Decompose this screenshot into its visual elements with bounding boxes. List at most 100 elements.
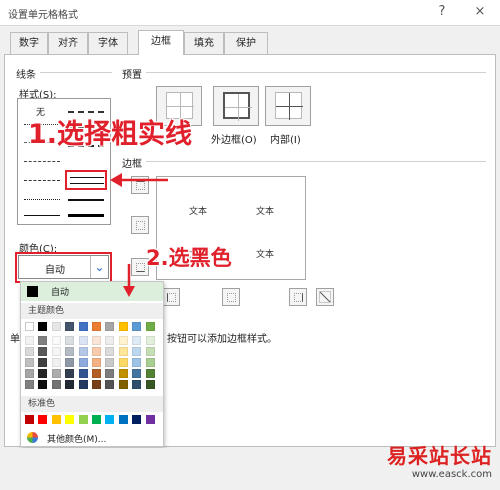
theme-color-swatch[interactable] xyxy=(65,336,75,345)
theme-color-swatch[interactable] xyxy=(92,358,101,367)
theme-color-swatch[interactable] xyxy=(38,347,48,356)
theme-color-swatch[interactable] xyxy=(105,322,115,331)
watermark-title: 易采站长站 xyxy=(387,444,492,468)
standard-color-swatch[interactable] xyxy=(118,415,128,424)
theme-color-swatch[interactable] xyxy=(92,336,101,345)
theme-color-swatch[interactable] xyxy=(25,380,34,389)
theme-color-swatch[interactable] xyxy=(118,369,128,378)
border-middle-horizontal-button[interactable] xyxy=(131,216,149,234)
theme-color-swatch[interactable] xyxy=(145,358,155,367)
theme-color-swatch[interactable] xyxy=(51,336,61,345)
theme-color-swatch[interactable] xyxy=(25,322,34,331)
theme-color-swatch[interactable] xyxy=(92,322,101,331)
border-group-title: 边框 xyxy=(122,159,142,170)
theme-color-swatch[interactable] xyxy=(38,369,48,378)
standard-color-swatch[interactable] xyxy=(51,415,61,424)
standard-color-swatch[interactable] xyxy=(65,415,75,424)
preset-outline-button[interactable] xyxy=(213,86,259,126)
theme-color-swatch[interactable] xyxy=(78,347,88,356)
tab-font[interactable]: 字体 xyxy=(88,32,128,54)
standard-color-swatch[interactable] xyxy=(25,415,34,424)
theme-color-swatch[interactable] xyxy=(25,347,34,356)
theme-color-swatch[interactable] xyxy=(145,347,155,356)
close-icon[interactable]: × xyxy=(468,2,492,22)
line-style-thick[interactable] xyxy=(68,214,104,217)
theme-color-swatch[interactable] xyxy=(25,336,34,345)
theme-color-swatch[interactable] xyxy=(38,358,48,367)
theme-color-swatch[interactable] xyxy=(25,358,34,367)
tab-alignment[interactable]: 对齐 xyxy=(48,32,88,54)
tab-protection[interactable]: 保护 xyxy=(224,32,268,54)
border-middle-vertical-button[interactable] xyxy=(222,288,240,306)
theme-color-swatch[interactable] xyxy=(65,380,75,389)
theme-color-swatch[interactable] xyxy=(105,336,115,345)
more-colors-option[interactable]: 其他颜色(M)... xyxy=(25,431,161,445)
theme-color-swatch[interactable] xyxy=(78,380,88,389)
theme-color-swatch[interactable] xyxy=(132,347,142,356)
theme-color-swatch[interactable] xyxy=(118,358,128,367)
standard-color-swatch[interactable] xyxy=(145,415,155,424)
line-style-dash-dot[interactable] xyxy=(24,161,60,162)
standard-color-swatch[interactable] xyxy=(105,415,115,424)
line-style-medium[interactable] xyxy=(68,199,104,201)
theme-color-swatch[interactable] xyxy=(51,358,61,367)
standard-color-swatch[interactable] xyxy=(38,415,48,424)
thick-line-selection-box xyxy=(65,170,107,190)
theme-color-swatch[interactable] xyxy=(132,322,142,331)
theme-color-swatch[interactable] xyxy=(132,336,142,345)
theme-color-swatch[interactable] xyxy=(118,336,128,345)
theme-color-swatch[interactable] xyxy=(25,369,34,378)
theme-color-swatch[interactable] xyxy=(118,347,128,356)
line-style-dashed-thin[interactable] xyxy=(24,180,60,181)
help-icon[interactable]: ? xyxy=(430,2,454,22)
standard-color-swatch[interactable] xyxy=(92,415,101,424)
theme-color-swatch[interactable] xyxy=(145,336,155,345)
standard-color-swatch[interactable] xyxy=(132,415,142,424)
theme-color-swatch[interactable] xyxy=(51,347,61,356)
line-style-selected-medium-2 xyxy=(70,183,104,184)
theme-color-swatch[interactable] xyxy=(38,380,48,389)
theme-color-swatch[interactable] xyxy=(92,380,101,389)
theme-color-swatch[interactable] xyxy=(132,358,142,367)
theme-color-swatch[interactable] xyxy=(51,380,61,389)
theme-color-swatch[interactable] xyxy=(78,369,88,378)
theme-color-swatch[interactable] xyxy=(78,358,88,367)
theme-color-swatch[interactable] xyxy=(145,380,155,389)
theme-color-swatch[interactable] xyxy=(105,380,115,389)
tab-border[interactable]: 边框 xyxy=(138,30,184,55)
theme-color-swatch[interactable] xyxy=(145,369,155,378)
theme-color-swatch[interactable] xyxy=(38,336,48,345)
border-diagonal-button[interactable] xyxy=(316,288,334,306)
theme-color-swatch[interactable] xyxy=(132,369,142,378)
theme-color-swatch[interactable] xyxy=(92,369,101,378)
theme-color-swatch[interactable] xyxy=(65,369,75,378)
theme-color-swatch[interactable] xyxy=(105,369,115,378)
theme-color-swatch[interactable] xyxy=(132,380,142,389)
theme-color-swatch[interactable] xyxy=(65,358,75,367)
line-style-hair[interactable] xyxy=(24,199,60,200)
theme-color-swatch[interactable] xyxy=(118,322,128,331)
theme-color-swatch[interactable] xyxy=(92,347,101,356)
theme-color-swatch[interactable] xyxy=(51,322,61,331)
theme-color-swatch[interactable] xyxy=(51,369,61,378)
theme-color-swatch[interactable] xyxy=(145,322,155,331)
border-right-button[interactable] xyxy=(289,288,307,306)
preset-inside-button[interactable] xyxy=(265,86,311,126)
theme-color-swatch[interactable] xyxy=(38,322,48,331)
line-style-selected-medium[interactable] xyxy=(70,177,104,178)
tab-number[interactable]: 数字 xyxy=(10,32,48,54)
theme-color-swatch[interactable] xyxy=(118,380,128,389)
line-style-thin[interactable] xyxy=(24,215,60,216)
theme-color-swatch[interactable] xyxy=(105,358,115,367)
auto-color-option[interactable]: 自动 xyxy=(21,282,163,301)
theme-color-swatch[interactable] xyxy=(78,336,88,345)
theme-color-swatch[interactable] xyxy=(78,322,88,331)
theme-color-swatch[interactable] xyxy=(65,322,75,331)
theme-color-swatch[interactable] xyxy=(105,347,115,356)
tab-fill[interactable]: 填充 xyxy=(184,32,224,54)
theme-color-swatch[interactable] xyxy=(65,347,75,356)
border-left-button[interactable] xyxy=(162,288,180,306)
color-dropdown: 自动 主题颜色 标准色 其他颜色(M)... xyxy=(20,281,164,447)
standard-color-swatch[interactable] xyxy=(78,415,88,424)
color-selection-box xyxy=(15,252,112,283)
